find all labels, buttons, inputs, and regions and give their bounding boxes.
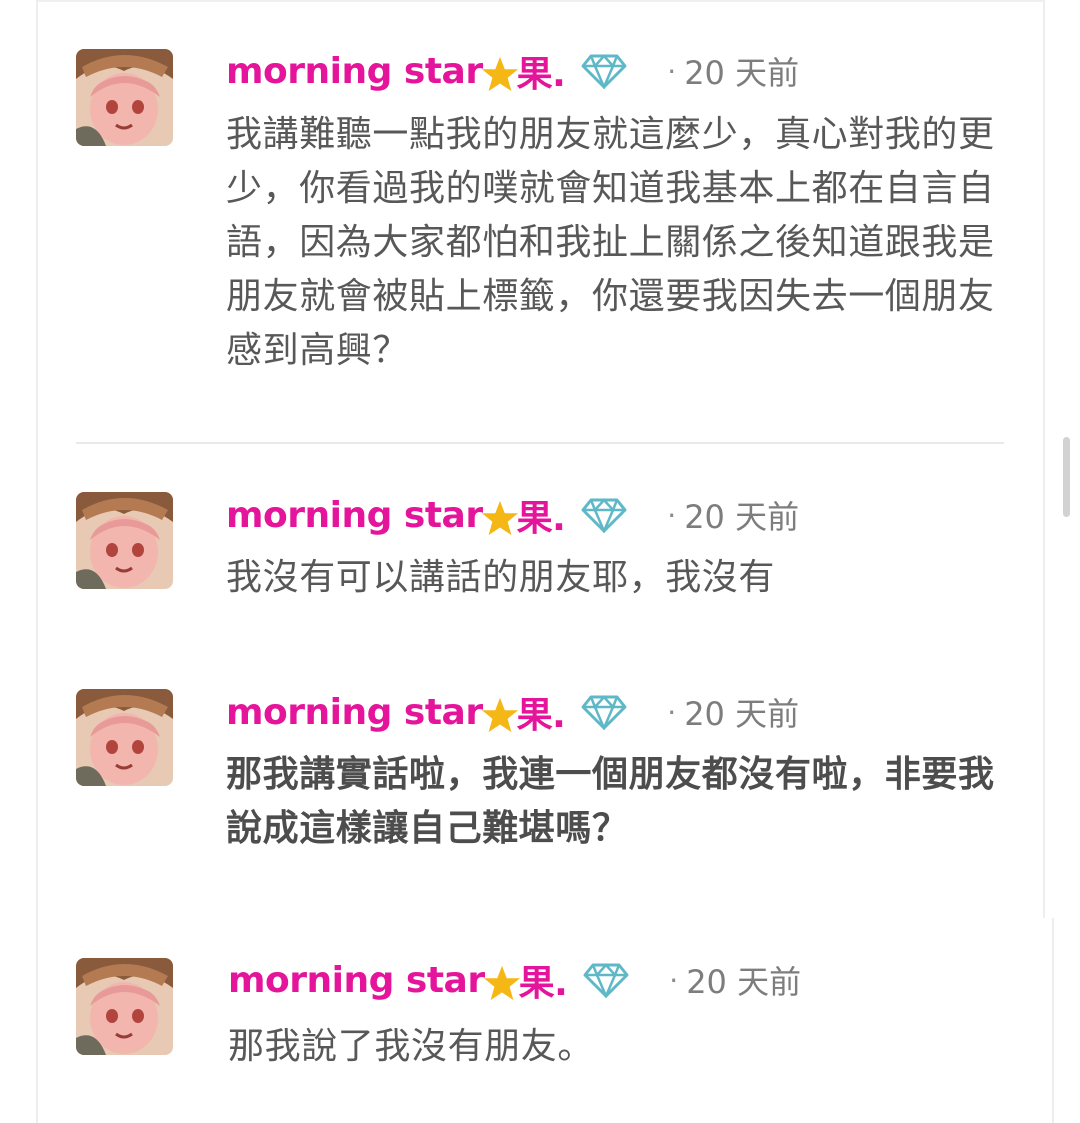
user-avatar[interactable] — [76, 689, 173, 786]
username-suffix[interactable]: 果. — [519, 954, 568, 1006]
anime-avatar-icon — [76, 49, 173, 146]
star-icon — [481, 697, 518, 733]
response-header: morning star 果. · 20 天前 — [226, 46, 799, 96]
user-avatar[interactable] — [76, 49, 173, 146]
plurk-response-thread: morning star 果. · 20 天前 我講難聽一點我的朋友就這麼少，真… — [0, 0, 1080, 1123]
meta-separator: · — [667, 695, 677, 729]
diamond-icon[interactable] — [581, 694, 627, 730]
meta-separator: · — [667, 54, 677, 88]
panel-right-border-lower — [1052, 918, 1054, 1123]
anime-avatar-icon — [76, 958, 173, 1055]
post-time[interactable]: 20 天前 — [684, 689, 799, 735]
scrollbar-thumb[interactable] — [1063, 437, 1070, 517]
username-link[interactable]: morning star — [228, 960, 485, 1001]
diamond-icon[interactable] — [581, 497, 627, 533]
response-divider — [76, 442, 1004, 444]
response-header: morning star 果. · 20 天前 — [226, 490, 799, 540]
panel-top-border — [36, 0, 1045, 2]
panel-right-border — [1043, 0, 1045, 918]
response-text: 我沒有可以講話的朋友耶，我沒有 — [226, 557, 776, 598]
star-icon — [481, 500, 518, 536]
response-header: morning star 果. · 20 天前 — [228, 955, 801, 1005]
meta-separator: · — [669, 963, 679, 997]
username-link[interactable]: morning star — [226, 495, 483, 536]
username-link[interactable]: morning star — [226, 692, 483, 733]
response-text: 那我說了我沒有朋友。 — [228, 1026, 595, 1067]
anime-avatar-icon — [76, 689, 173, 786]
anime-avatar-icon — [76, 492, 173, 589]
username-suffix[interactable]: 果. — [517, 45, 566, 97]
post-time[interactable]: 20 天前 — [684, 48, 799, 94]
username-link[interactable]: morning star — [226, 51, 483, 92]
meta-separator: · — [667, 498, 677, 532]
response-text: 我講難聽一點我的朋友就這麼少，真心對我的更少，你看過我的噗就會知道我基本上都在自… — [226, 114, 995, 371]
post-time[interactable]: 20 天前 — [684, 492, 799, 538]
diamond-icon[interactable] — [583, 962, 629, 998]
response-text: 那我講實話啦，我連一個朋友都沒有啦，非要我說成這樣讓自己難堪嗎？ — [226, 754, 995, 849]
panel-left-border — [36, 0, 38, 1123]
user-avatar[interactable] — [76, 492, 173, 589]
username-suffix[interactable]: 果. — [517, 489, 566, 541]
response-header: morning star 果. · 20 天前 — [226, 687, 799, 737]
user-avatar[interactable] — [76, 958, 173, 1055]
star-icon — [481, 56, 518, 92]
post-time[interactable]: 20 天前 — [686, 957, 801, 1003]
diamond-icon[interactable] — [581, 53, 627, 89]
username-suffix[interactable]: 果. — [517, 686, 566, 738]
star-icon — [483, 965, 520, 1001]
